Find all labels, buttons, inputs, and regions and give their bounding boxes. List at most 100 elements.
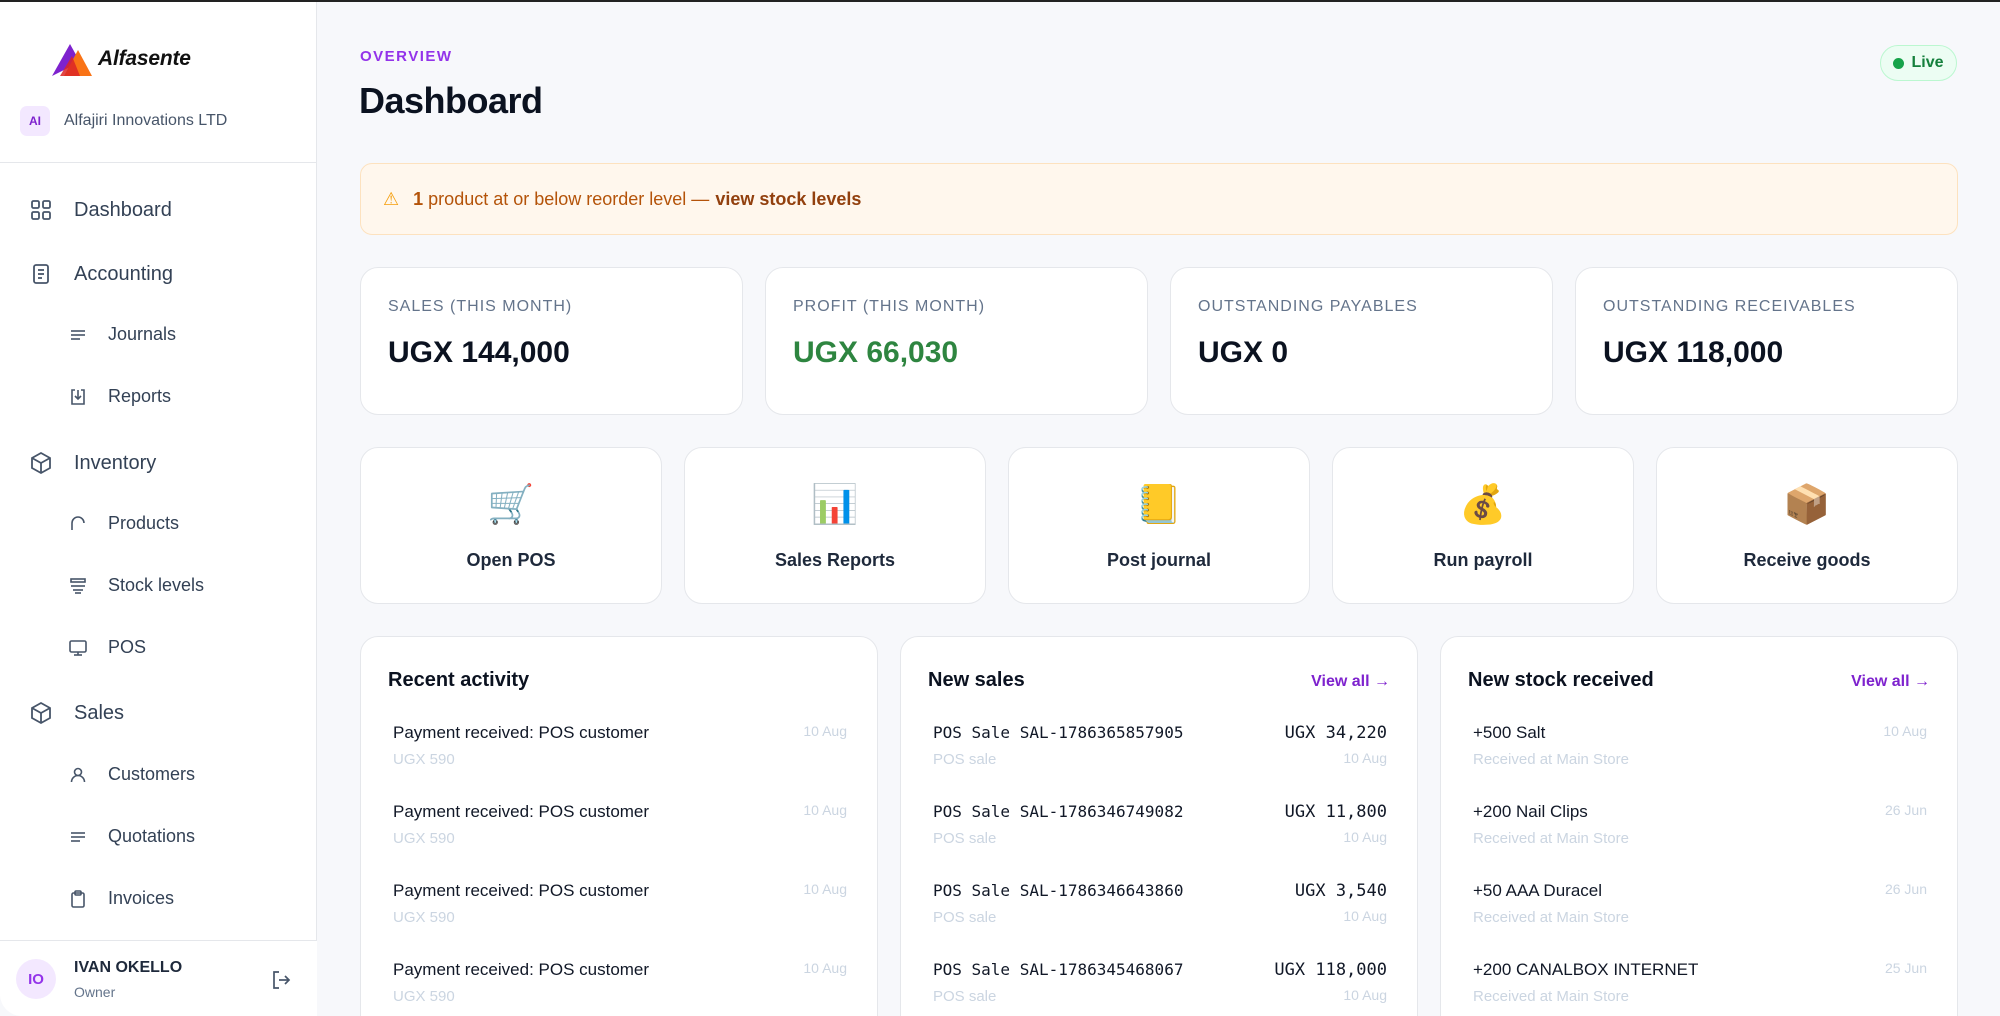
lines-icon (68, 325, 88, 345)
list-item[interactable]: Payment received: POS customer UGX 590 1… (393, 723, 847, 793)
sale-amount: UGX 3,540 (1294, 881, 1387, 901)
avatar[interactable]: IO (16, 959, 56, 999)
bar-chart-icon: 📊 (811, 484, 859, 526)
reorder-alert: ⚠ 1 product at or below reorder level — … (360, 163, 1958, 235)
stock-date: 25 Jun (1884, 960, 1927, 976)
app-window: Alfasente AI Alfajiri Innovations LTD Da… (0, 0, 2000, 1016)
sidebar-item-label: Inventory (74, 451, 157, 474)
brand[interactable]: Alfasente (50, 40, 191, 78)
quick-action-post-journal[interactable]: 📒 Post journal (1008, 447, 1310, 604)
stock-title: +500 Salt (1473, 723, 1546, 742)
list-item[interactable]: +50 AAA Duracel Received at Main Store 2… (1473, 881, 1927, 951)
quick-action-run-payroll[interactable]: 💰 Run payroll (1332, 447, 1634, 604)
stock-title: +50 AAA Duracel (1473, 881, 1603, 900)
sidebar-item-stock-levels[interactable]: Stock levels (68, 575, 204, 596)
list-item[interactable]: Payment received: POS customer UGX 590 1… (393, 802, 847, 872)
sale-type: POS sale (933, 751, 997, 768)
list-item[interactable]: POS Sale SAL-1786345468067 POS sale UGX … (933, 960, 1387, 1016)
view-stock-levels-link[interactable]: view stock levels (715, 189, 861, 210)
stock-date: 10 Aug (1883, 723, 1927, 739)
activity-amount: UGX 590 (393, 830, 455, 847)
list-item[interactable]: POS Sale SAL-1786346749082 POS sale UGX … (933, 802, 1387, 872)
activity-date: 10 Aug (803, 881, 847, 897)
sale-date: 10 Aug (1343, 750, 1387, 766)
cube-icon (28, 700, 54, 726)
sidebar-item-label: Quotations (108, 826, 196, 846)
kpi-label: OUTSTANDING RECEIVABLES (1603, 298, 1856, 315)
activity-date: 10 Aug (803, 723, 847, 739)
sale-amount: UGX 118,000 (1274, 960, 1387, 980)
sidebar-item-accounting[interactable]: Accounting (28, 261, 173, 287)
sidebar-item-journals[interactable]: Journals (68, 324, 176, 345)
quick-action-label: Open POS (466, 550, 556, 570)
sidebar-item-label: Accounting (74, 262, 173, 285)
sidebar-item-label: Dashboard (74, 198, 172, 221)
quick-action-label: Receive goods (1743, 550, 1871, 570)
list-item[interactable]: Payment received: POS customer UGX 590 1… (393, 960, 847, 1016)
activity-title: Payment received: POS customer (393, 960, 650, 979)
list-item[interactable]: POS Sale SAL-1786365857905 POS sale UGX … (933, 723, 1387, 793)
sidebar-item-products[interactable]: Products (68, 513, 179, 534)
document-icon (28, 261, 54, 287)
list-item[interactable]: +200 Nail Clips Received at Main Store 2… (1473, 802, 1927, 872)
ledger-icon: 📒 (1135, 484, 1183, 526)
sidebar-item-label: Customers (108, 764, 196, 784)
panel-title: Recent activity (388, 669, 530, 691)
kpi-label: SALES (THIS MONTH) (388, 298, 573, 315)
activity-amount: UGX 590 (393, 909, 455, 926)
live-dot-icon (1893, 57, 1905, 69)
kpi-card-payables: OUTSTANDING PAYABLES UGX 0 (1170, 267, 1553, 415)
kpi-value: UGX 0 (1198, 336, 1289, 369)
lines-icon (68, 827, 88, 847)
stock-date: 26 Jun (1884, 802, 1927, 818)
user-name: IVAN OKELLO (74, 959, 183, 976)
activity-title: Payment received: POS customer (393, 802, 650, 821)
sale-type: POS sale (933, 909, 997, 926)
sidebar-item-reports[interactable]: Reports (68, 386, 171, 407)
sidebar-item-customers[interactable]: Customers (68, 764, 195, 785)
sidebar: Alfasente AI Alfajiri Innovations LTD Da… (0, 2, 317, 1016)
grid-icon (28, 197, 54, 223)
list-item[interactable]: Payment received: POS customer UGX 590 1… (393, 881, 847, 951)
sale-title: POS Sale SAL-1786345468067 (933, 960, 1184, 979)
sidebar-item-quotations[interactable]: Quotations (68, 826, 195, 847)
sidebar-item-invoices[interactable]: Invoices (68, 888, 174, 909)
view-all-sales-link[interactable]: View all → (1311, 673, 1390, 691)
kpi-card-profit: PROFIT (THIS MONTH) UGX 66,030 (765, 267, 1148, 415)
download-box-icon (68, 387, 88, 407)
kpi-value: UGX 118,000 (1603, 336, 1784, 369)
user-bar: IO IVAN OKELLO Owner (0, 940, 317, 1016)
cube-icon (28, 450, 54, 476)
list-item[interactable]: POS Sale SAL-1786346643860 POS sale UGX … (933, 881, 1387, 951)
activity-amount: UGX 590 (393, 988, 455, 1005)
quick-action-sales-reports[interactable]: 📊 Sales Reports (684, 447, 986, 604)
quick-action-open-pos[interactable]: 🛒 Open POS (360, 447, 662, 604)
quick-action-receive-goods[interactable]: 📦 Receive goods (1656, 447, 1958, 604)
org-name: Alfajiri Innovations LTD (64, 112, 228, 129)
kpi-card-receivables: OUTSTANDING RECEIVABLES UGX 118,000 (1575, 267, 1958, 415)
quick-action-label: Sales Reports (774, 550, 896, 570)
new-sales-panel: New sales View all → POS Sale SAL-178636… (900, 636, 1418, 1016)
sidebar-item-pos[interactable]: POS (68, 637, 146, 658)
list-item[interactable]: +200 CANALBOX INTERNET Received at Main … (1473, 960, 1927, 1016)
panel-title: New stock received (1468, 669, 1654, 691)
recent-activity-panel: Recent activity Payment received: POS cu… (360, 636, 878, 1016)
quick-action-label: Run payroll (1433, 550, 1533, 570)
monitor-icon (68, 638, 88, 658)
sidebar-item-inventory[interactable]: Inventory (28, 450, 156, 476)
sale-amount: UGX 34,220 (1284, 723, 1387, 743)
logout-icon[interactable] (270, 969, 292, 991)
stock-date: 26 Jun (1884, 881, 1927, 897)
stock-location: Received at Main Store (1473, 909, 1629, 926)
sidebar-item-dashboard[interactable]: Dashboard (28, 197, 172, 223)
user-role: Owner (74, 984, 116, 1000)
list-item[interactable]: +500 Salt Received at Main Store 10 Aug (1473, 723, 1927, 793)
kpi-label: PROFIT (THIS MONTH) (793, 298, 986, 315)
view-all-stock-link[interactable]: View all → (1851, 673, 1930, 691)
page-eyebrow: OVERVIEW (360, 48, 453, 65)
person-icon (68, 765, 88, 785)
stock-title: +200 Nail Clips (1473, 802, 1588, 821)
sale-date: 10 Aug (1343, 987, 1387, 1003)
org-switcher[interactable]: AI Alfajiri Innovations LTD (20, 106, 227, 136)
sidebar-item-sales[interactable]: Sales (28, 700, 124, 726)
